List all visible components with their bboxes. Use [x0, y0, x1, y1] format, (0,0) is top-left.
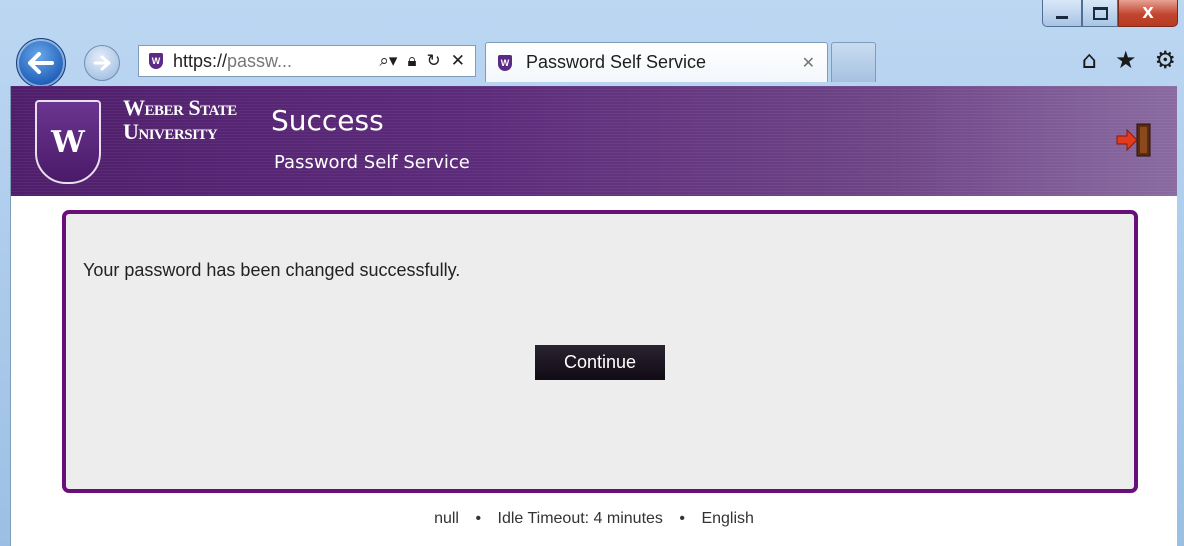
new-tab-button[interactable]	[831, 42, 876, 82]
tab-favicon-icon: W	[498, 54, 512, 71]
university-logo-text: Weber State University	[123, 96, 237, 144]
gear-icon[interactable]: ⚙	[1154, 46, 1176, 74]
url-scheme: https://	[173, 50, 228, 71]
refresh-icon[interactable]: ↻	[427, 51, 441, 71]
success-message: Your password has been changed successfu…	[83, 260, 461, 280]
lock-icon[interactable]: 🔒︎	[407, 51, 416, 71]
page-viewport: W Weber State University Success Passwor…	[10, 86, 1177, 546]
url-text: passw...	[227, 50, 293, 71]
minimize-button[interactable]	[1042, 0, 1082, 27]
close-icon: X	[1142, 4, 1154, 22]
minimize-icon	[1056, 15, 1068, 19]
page-subtitle: Password Self Service	[274, 152, 470, 173]
address-bar-icons: ⌕▾ 🔒︎ ↻ ✕	[379, 51, 465, 71]
continue-button[interactable]: Continue	[535, 345, 665, 380]
forward-button[interactable]	[84, 45, 120, 81]
exit-door-icon[interactable]	[1113, 122, 1153, 158]
search-icon[interactable]: ⌕▾	[379, 51, 397, 71]
stop-icon[interactable]: ✕	[451, 51, 465, 71]
footer-separator: •	[679, 510, 685, 527]
university-line2: University	[123, 119, 218, 144]
tab-title: Password Self Service	[526, 52, 707, 72]
language-link[interactable]: English	[701, 510, 753, 527]
browser-window: X W https://passw... ⌕▾ 🔒︎ ↻ ✕ W Passwor…	[0, 0, 1184, 546]
browser-toolbar-right: ⌂ ★ ⚙	[1082, 46, 1176, 74]
tab-close-icon[interactable]: ✕	[802, 53, 815, 72]
home-icon[interactable]: ⌂	[1082, 46, 1097, 74]
maximize-icon	[1092, 6, 1108, 20]
close-window-button[interactable]: X	[1118, 0, 1178, 27]
site-favicon-icon: W	[149, 53, 163, 69]
forward-icon	[93, 55, 111, 71]
page-title: Success	[271, 104, 384, 137]
footer-separator: •	[475, 510, 482, 527]
university-line1: Weber State	[123, 95, 237, 120]
page-footer: null • Idle Timeout: 4 minutes • English	[11, 510, 1177, 528]
header-banner: W Weber State University Success Passwor…	[11, 86, 1177, 196]
back-icon	[28, 52, 54, 74]
footer-user: null	[434, 510, 459, 527]
wsu-crest-icon: W	[35, 100, 101, 184]
back-button[interactable]	[16, 38, 66, 88]
tab-password-self-service[interactable]: W Password Self Service ✕	[485, 42, 828, 82]
success-panel: Your password has been changed successfu…	[62, 210, 1138, 493]
window-controls: X	[1042, 0, 1178, 28]
address-bar[interactable]: W https://passw... ⌕▾ 🔒︎ ↻ ✕	[138, 45, 476, 77]
maximize-button[interactable]	[1082, 0, 1118, 27]
idle-timeout: Idle Timeout: 4 minutes	[497, 510, 663, 527]
favorites-star-icon[interactable]: ★	[1115, 46, 1137, 74]
